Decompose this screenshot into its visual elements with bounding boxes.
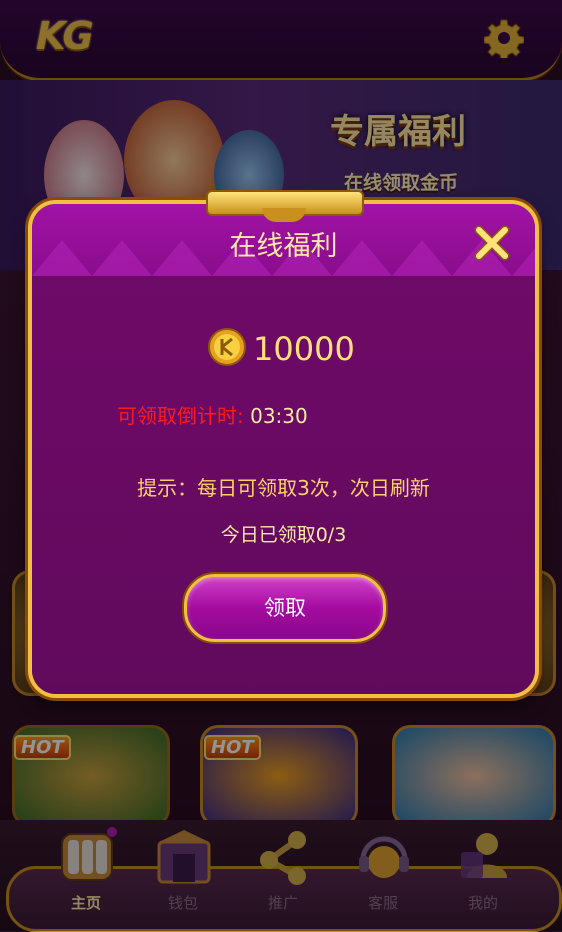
countdown-label: 可领取倒计时: (117, 404, 244, 428)
online-reward-dialog: 在线福利 10000 可领取倒计时: 03:30 提示：每日可领取3次，次日刷新… (28, 190, 539, 698)
close-icon[interactable] (473, 224, 511, 262)
countdown-row: 可领取倒计时: 03:30 (117, 400, 308, 429)
today-claimed-count: 今日已领取0/3 (220, 524, 347, 546)
claim-button[interactable]: 领取 (184, 574, 386, 642)
reward-amount: 10000 (253, 330, 355, 368)
claim-tip-text: 提示：每日可领取3次，次日刷新 (137, 476, 430, 500)
coin-icon (208, 328, 246, 366)
countdown-timer: 03:30 (250, 404, 308, 428)
dialog-title: 在线福利 (229, 231, 338, 262)
